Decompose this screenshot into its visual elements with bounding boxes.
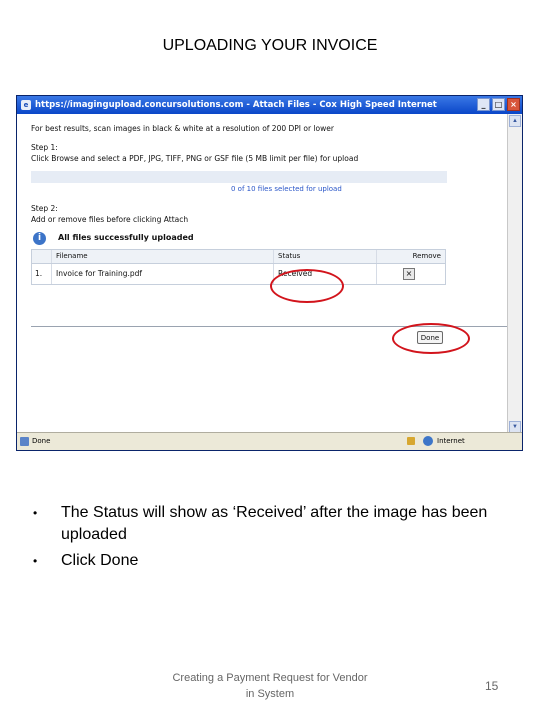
uploaded-files-table: Filename Status Remove 1. Invoice for Tr… xyxy=(31,249,446,285)
table-row: 1. Invoice for Training.pdf Received × xyxy=(32,264,445,284)
status-text: Done xyxy=(32,437,51,445)
step2-label: Step 2: xyxy=(31,204,58,213)
bullet-text: The Status will show as ‘Received’ after… xyxy=(61,504,488,543)
vertical-scrollbar[interactable]: ▲ ▼ xyxy=(507,114,522,434)
zone-text: Internet xyxy=(437,437,465,445)
browser-statusbar: Done Internet xyxy=(17,432,522,450)
remove-icon[interactable]: × xyxy=(403,268,415,280)
close-button[interactable]: × xyxy=(507,98,520,111)
done-highlight-circle xyxy=(392,323,470,354)
success-message: All files successfully uploaded xyxy=(58,233,194,242)
bullet-icon: • xyxy=(33,554,38,568)
page-number: 15 xyxy=(485,679,499,693)
page-content: For best results, scan images in black &… xyxy=(17,114,509,434)
internet-zone-icon xyxy=(423,436,433,446)
bullet-icon: • xyxy=(33,506,38,520)
browser-icon: e xyxy=(21,100,31,110)
step2-text: Add or remove files before clicking Atta… xyxy=(31,215,189,224)
step1-text: Click Browse and select a PDF, JPG, TIFF… xyxy=(31,154,359,163)
window-titlebar[interactable]: e https://imagingupload.concursolutions.… xyxy=(17,96,522,114)
header-remove: Remove xyxy=(412,252,441,260)
list-item: • Click Done xyxy=(33,550,536,572)
slide-title: UPLOADING YOUR INVOICE xyxy=(162,37,378,54)
info-icon: i xyxy=(33,232,46,245)
page-icon xyxy=(20,437,29,446)
minimize-button[interactable]: _ xyxy=(477,98,490,111)
row-remove-cell: × xyxy=(377,264,445,284)
files-selected-text: 0 of 10 files selected for upload xyxy=(231,185,342,193)
header-filename: Filename xyxy=(52,250,274,263)
maximize-button[interactable]: □ xyxy=(492,98,505,111)
header-index xyxy=(32,250,52,263)
table-header: Filename Status Remove xyxy=(32,250,445,264)
row-index: 1. xyxy=(32,264,52,284)
intro-text: For best results, scan images in black &… xyxy=(31,124,334,133)
list-item: • The Status will show as ‘Received’ aft… xyxy=(33,502,536,546)
step1-label: Step 1: xyxy=(31,143,58,152)
status-highlight-circle xyxy=(270,269,344,303)
row-filename: Invoice for Training.pdf xyxy=(52,264,274,284)
file-browse-area[interactable] xyxy=(31,171,447,183)
browser-window: e https://imagingupload.concursolutions.… xyxy=(16,95,523,451)
slide-footer: Creating a Payment Request for Vendor in… xyxy=(172,672,368,700)
lock-icon xyxy=(407,437,415,445)
header-status: Status xyxy=(274,250,377,263)
window-title: https://imagingupload.concursolutions.co… xyxy=(35,100,437,110)
bullet-text: Click Done xyxy=(61,552,139,569)
bullet-list: • The Status will show as ‘Received’ aft… xyxy=(33,502,536,576)
scroll-up-icon[interactable]: ▲ xyxy=(509,115,521,127)
